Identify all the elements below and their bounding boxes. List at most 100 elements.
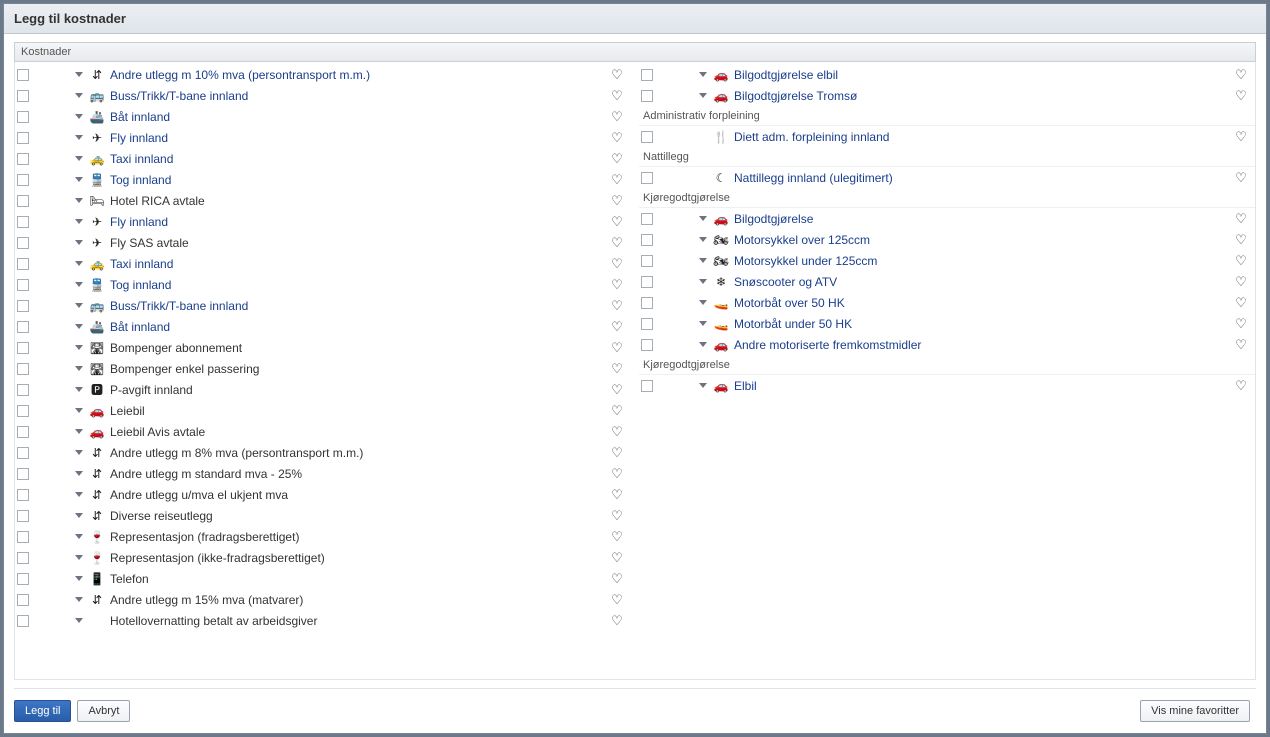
- favorite-heart-icon[interactable]: ♡: [609, 298, 625, 314]
- favorite-heart-icon[interactable]: ♡: [609, 235, 625, 251]
- show-favorites-button[interactable]: Vis mine favoritter: [1140, 700, 1250, 722]
- chevron-down-icon[interactable]: [75, 408, 83, 413]
- chevron-down-icon[interactable]: [75, 471, 83, 476]
- add-button[interactable]: Legg til: [14, 700, 71, 722]
- favorite-heart-icon[interactable]: ♡: [609, 130, 625, 146]
- row-checkbox[interactable]: [641, 234, 653, 246]
- chevron-down-icon[interactable]: [75, 282, 83, 287]
- row-label[interactable]: Motorbåt over 50 HK: [734, 296, 1233, 310]
- chevron-down-icon[interactable]: [75, 219, 83, 224]
- row-checkbox[interactable]: [17, 594, 29, 606]
- row-checkbox[interactable]: [17, 615, 29, 627]
- chevron-down-icon[interactable]: [75, 492, 83, 497]
- chevron-down-icon[interactable]: [699, 237, 707, 242]
- row-label[interactable]: Motorbåt under 50 HK: [734, 317, 1233, 331]
- row-label[interactable]: Telefon: [110, 572, 609, 586]
- row-checkbox[interactable]: [17, 426, 29, 438]
- row-label[interactable]: Diverse reiseutlegg: [110, 509, 609, 523]
- chevron-down-icon[interactable]: [699, 279, 707, 284]
- row-label[interactable]: Representasjon (ikke-fradragsberettiget): [110, 551, 609, 565]
- row-label[interactable]: Bompenger enkel passering: [110, 362, 609, 376]
- chevron-down-icon[interactable]: [75, 303, 83, 308]
- chevron-down-icon[interactable]: [75, 387, 83, 392]
- chevron-down-icon[interactable]: [75, 450, 83, 455]
- chevron-down-icon[interactable]: [699, 93, 707, 98]
- row-label[interactable]: Andre utlegg u/mva el ukjent mva: [110, 488, 609, 502]
- row-label[interactable]: Taxi innland: [110, 152, 609, 166]
- chevron-down-icon[interactable]: [699, 321, 707, 326]
- favorite-heart-icon[interactable]: ♡: [609, 214, 625, 230]
- row-label[interactable]: Fly innland: [110, 215, 609, 229]
- favorite-heart-icon[interactable]: ♡: [609, 403, 625, 419]
- chevron-down-icon[interactable]: [699, 342, 707, 347]
- favorite-heart-icon[interactable]: ♡: [1233, 295, 1249, 311]
- favorite-heart-icon[interactable]: ♡: [1233, 211, 1249, 227]
- row-checkbox[interactable]: [17, 342, 29, 354]
- row-checkbox[interactable]: [17, 321, 29, 333]
- chevron-down-icon[interactable]: [75, 135, 83, 140]
- favorite-heart-icon[interactable]: ♡: [1233, 129, 1249, 145]
- favorite-heart-icon[interactable]: ♡: [1233, 253, 1249, 269]
- row-checkbox[interactable]: [17, 69, 29, 81]
- favorite-heart-icon[interactable]: ♡: [609, 256, 625, 272]
- row-checkbox[interactable]: [641, 90, 653, 102]
- chevron-down-icon[interactable]: [75, 114, 83, 119]
- favorite-heart-icon[interactable]: ♡: [1233, 337, 1249, 353]
- favorite-heart-icon[interactable]: ♡: [1233, 232, 1249, 248]
- row-label[interactable]: P-avgift innland: [110, 383, 609, 397]
- favorite-heart-icon[interactable]: ♡: [609, 361, 625, 377]
- favorite-heart-icon[interactable]: ♡: [609, 193, 625, 209]
- favorite-heart-icon[interactable]: ♡: [1233, 170, 1249, 186]
- favorite-heart-icon[interactable]: ♡: [609, 172, 625, 188]
- chevron-down-icon[interactable]: [75, 345, 83, 350]
- row-label[interactable]: Tog innland: [110, 173, 609, 187]
- chevron-down-icon[interactable]: [75, 72, 83, 77]
- favorite-heart-icon[interactable]: ♡: [609, 340, 625, 356]
- row-label[interactable]: Andre utlegg m 8% mva (persontransport m…: [110, 446, 609, 460]
- chevron-down-icon[interactable]: [75, 198, 83, 203]
- favorite-heart-icon[interactable]: ♡: [609, 382, 625, 398]
- row-checkbox[interactable]: [17, 279, 29, 291]
- row-label[interactable]: Andre motoriserte fremkomstmidler: [734, 338, 1233, 352]
- row-checkbox[interactable]: [17, 237, 29, 249]
- row-checkbox[interactable]: [17, 573, 29, 585]
- favorite-heart-icon[interactable]: ♡: [609, 277, 625, 293]
- row-label[interactable]: Motorsykkel under 125ccm: [734, 254, 1233, 268]
- row-label[interactable]: Elbil: [734, 379, 1233, 393]
- favorite-heart-icon[interactable]: ♡: [609, 67, 625, 83]
- chevron-down-icon[interactable]: [699, 216, 707, 221]
- chevron-down-icon[interactable]: [75, 618, 83, 623]
- row-label[interactable]: Snøscooter og ATV: [734, 275, 1233, 289]
- row-label[interactable]: Taxi innland: [110, 257, 609, 271]
- row-label[interactable]: Fly SAS avtale: [110, 236, 609, 250]
- favorite-heart-icon[interactable]: ♡: [609, 529, 625, 545]
- row-checkbox[interactable]: [17, 216, 29, 228]
- row-checkbox[interactable]: [641, 339, 653, 351]
- row-label[interactable]: Fly innland: [110, 131, 609, 145]
- row-checkbox[interactable]: [17, 531, 29, 543]
- row-checkbox[interactable]: [641, 276, 653, 288]
- row-label[interactable]: Leiebil Avis avtale: [110, 425, 609, 439]
- row-label[interactable]: Båt innland: [110, 320, 609, 334]
- row-checkbox[interactable]: [17, 384, 29, 396]
- favorite-heart-icon[interactable]: ♡: [609, 592, 625, 608]
- row-label[interactable]: Buss/Trikk/T-bane innland: [110, 89, 609, 103]
- row-checkbox[interactable]: [641, 318, 653, 330]
- chevron-down-icon[interactable]: [699, 72, 707, 77]
- row-checkbox[interactable]: [17, 510, 29, 522]
- chevron-down-icon[interactable]: [75, 177, 83, 182]
- chevron-down-icon[interactable]: [75, 93, 83, 98]
- row-label[interactable]: Diett adm. forpleining innland: [734, 130, 1233, 144]
- row-label[interactable]: Bilgodtgjørelse: [734, 212, 1233, 226]
- chevron-down-icon[interactable]: [75, 555, 83, 560]
- row-checkbox[interactable]: [17, 132, 29, 144]
- row-checkbox[interactable]: [641, 380, 653, 392]
- row-checkbox[interactable]: [17, 447, 29, 459]
- row-label[interactable]: Buss/Trikk/T-bane innland: [110, 299, 609, 313]
- row-checkbox[interactable]: [641, 172, 653, 184]
- favorite-heart-icon[interactable]: ♡: [609, 466, 625, 482]
- favorite-heart-icon[interactable]: ♡: [609, 508, 625, 524]
- favorite-heart-icon[interactable]: ♡: [609, 613, 625, 629]
- favorite-heart-icon[interactable]: ♡: [1233, 274, 1249, 290]
- row-label[interactable]: Andre utlegg m 10% mva (persontransport …: [110, 68, 609, 82]
